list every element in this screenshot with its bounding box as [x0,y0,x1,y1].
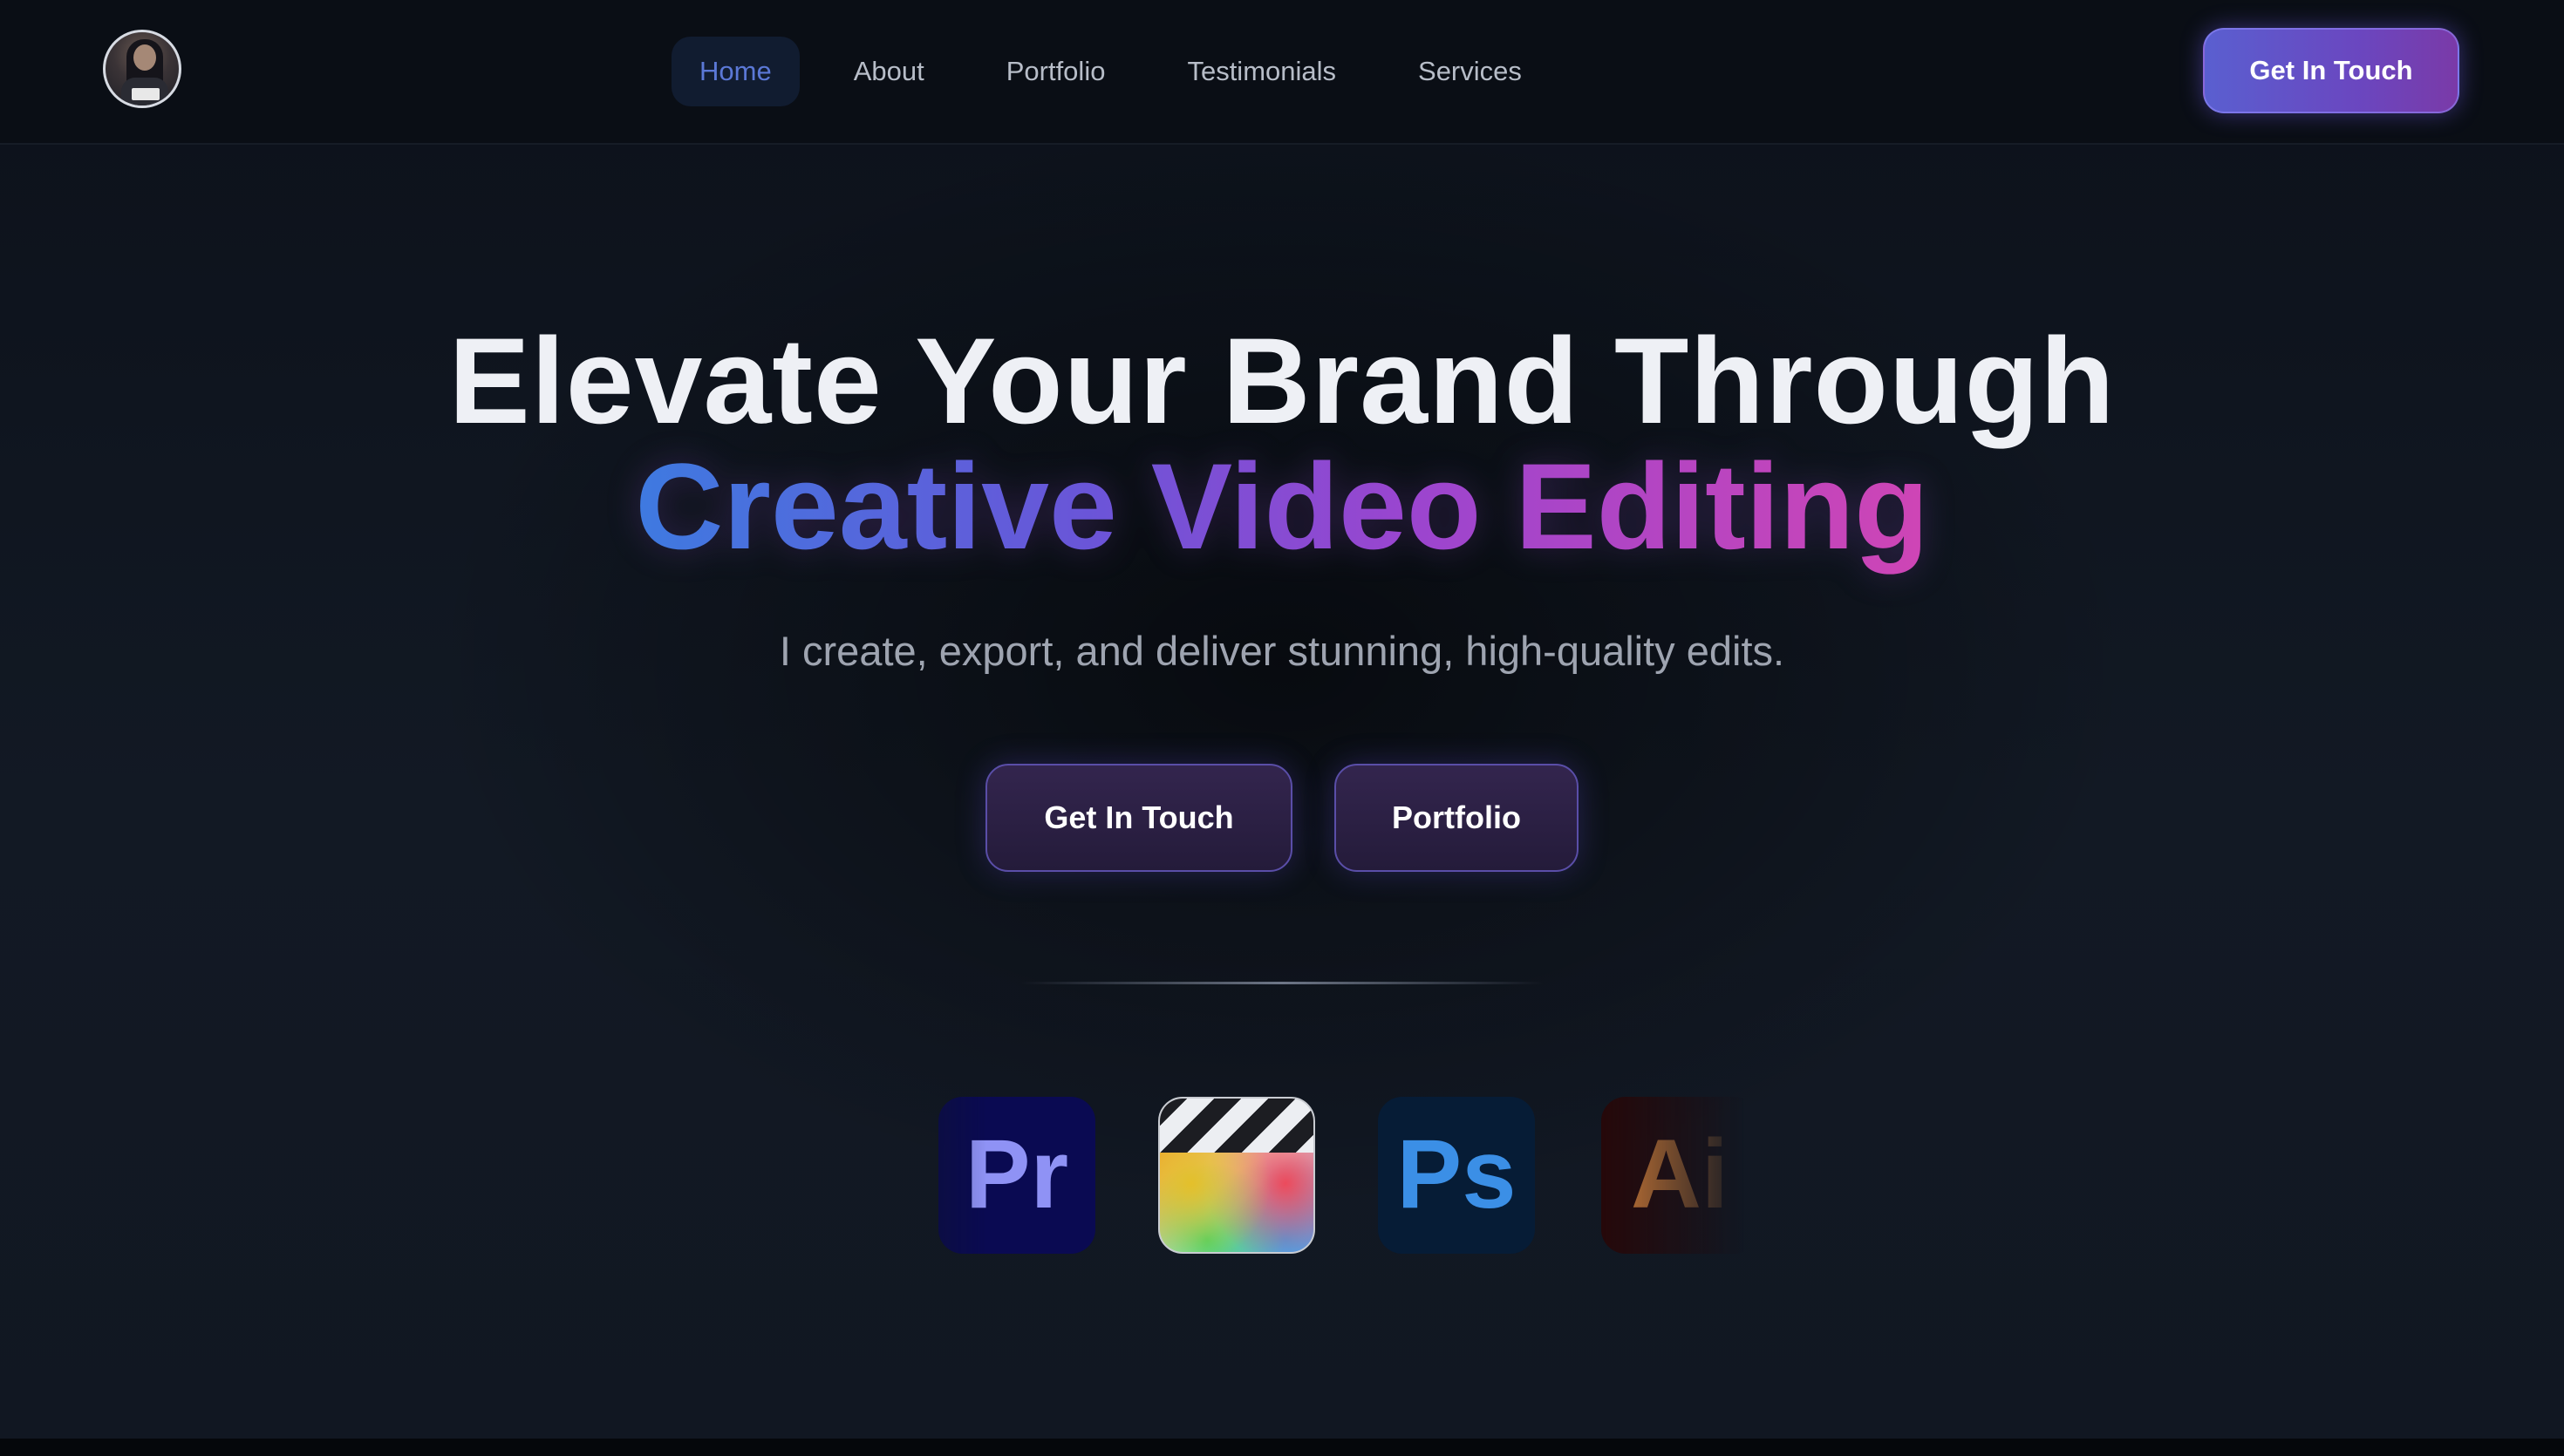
avatar-clapperboard [132,88,160,100]
section-divider [1020,982,1544,984]
nav-links: Home About Portfolio Testimonials Servic… [672,37,1576,106]
avatar-face [133,44,156,71]
nav-link-about[interactable]: About [826,37,952,106]
nav-get-in-touch-button[interactable]: Get In Touch [2203,28,2459,113]
illustrator-icon: Ai [1601,1097,1744,1254]
hero-get-in-touch-button[interactable]: Get In Touch [985,764,1292,872]
hero-subtitle: I create, export, and deliver stunning, … [779,628,1785,674]
final-cut-pro-icon [1158,1097,1315,1254]
hero-title-line1: Elevate Your Brand Through [448,312,2116,449]
tools-carousel: Ae Pr Ps Ai [820,1092,1744,1255]
photoshop-icon: Ps [1378,1097,1535,1254]
nav-link-home[interactable]: Home [672,37,800,106]
premiere-pro-icon: Pr [938,1097,1095,1254]
clapperboard-body [1160,1153,1313,1252]
clapperboard-stripes [1160,1099,1313,1153]
hero-title-line2: Creative Video Editing [0,441,2564,572]
hero-title-gradient-text: Creative Video Editing [635,438,1929,575]
bottom-strip [0,1439,2564,1456]
nav-link-testimonials[interactable]: Testimonials [1159,37,1364,106]
nav-link-portfolio[interactable]: Portfolio [979,37,1134,106]
page: Home About Portfolio Testimonials Servic… [0,0,2564,1456]
profile-avatar[interactable] [103,30,181,108]
hero-portfolio-button[interactable]: Portfolio [1334,764,1579,872]
nav-link-services[interactable]: Services [1390,37,1550,106]
navbar: Home About Portfolio Testimonials Servic… [0,0,2564,145]
